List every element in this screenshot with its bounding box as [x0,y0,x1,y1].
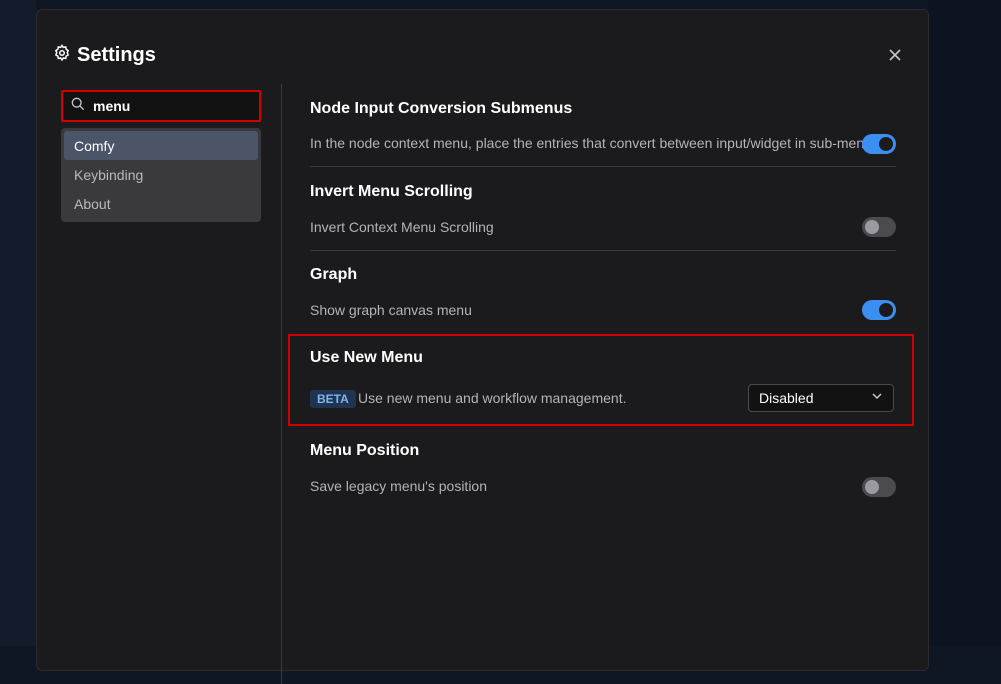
search-box[interactable] [61,90,261,122]
background-app-strip [0,0,36,646]
setting-title: Invert Menu Scrolling [310,183,473,200]
setting-description: In the node context menu, place the entr… [310,135,883,151]
highlight-box [288,334,914,426]
dialog-title: Settings [77,44,156,66]
search-icon [63,97,85,116]
setting-title: Use New Menu [310,349,423,366]
background-app-right [928,0,1001,646]
toggle-knob [879,303,893,317]
chevron-down-icon [871,389,883,407]
setting-title: Graph [310,266,358,283]
setting-description: Use new menu and workflow management. [358,390,627,406]
dropdown-value: Disabled [759,390,814,406]
graph-canvas-menu-toggle[interactable] [862,300,896,320]
category-item-about[interactable]: About [64,189,258,218]
setting-description: Invert Context Menu Scrolling [310,219,494,235]
beta-badge: BETA [310,390,356,408]
gear-icon [53,44,71,67]
section-divider [310,250,896,251]
invert-menu-scrolling-toggle[interactable] [862,217,896,237]
dialog-header: Settings [53,44,156,67]
settings-dialog: Settings Comfy Keybinding About Node Inp… [36,9,929,684]
toggle-knob [865,220,879,234]
close-icon[interactable] [886,46,904,64]
setting-title: Menu Position [310,442,420,459]
panel-divider [281,84,282,684]
search-input[interactable] [91,97,255,115]
toggle-knob [879,137,893,151]
section-divider [310,166,896,167]
setting-description: Show graph canvas menu [310,302,472,318]
menu-position-toggle[interactable] [862,477,896,497]
use-new-menu-dropdown[interactable]: Disabled [748,384,894,412]
category-item-keybinding[interactable]: Keybinding [64,160,258,189]
node-input-conversion-toggle[interactable] [862,134,896,154]
setting-description: Save legacy menu's position [310,478,487,494]
toggle-knob [865,480,879,494]
category-item-comfy[interactable]: Comfy [64,131,258,160]
setting-title: Node Input Conversion Submenus [310,100,573,117]
category-list: Comfy Keybinding About [61,128,261,222]
